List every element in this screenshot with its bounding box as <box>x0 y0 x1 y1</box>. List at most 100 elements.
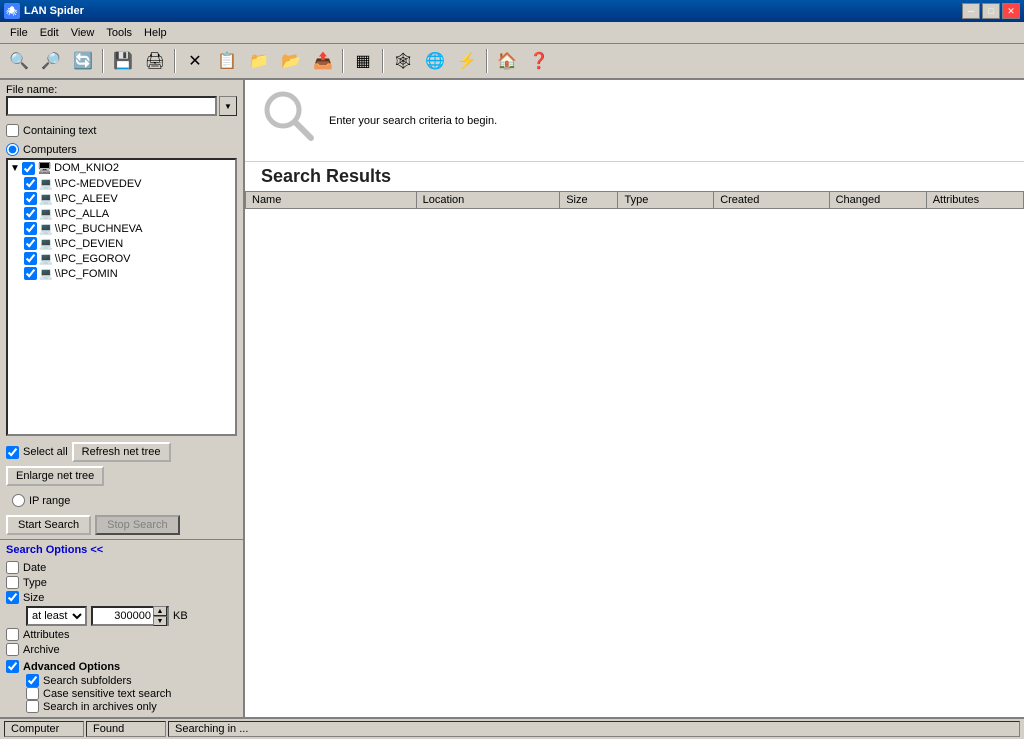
tree-check-3[interactable] <box>24 207 37 220</box>
tree-item-6[interactable]: 💻 \\PC_EGOROV <box>8 251 235 266</box>
search-subfolders-label[interactable]: Search subfolders <box>26 674 132 687</box>
tree-check-5[interactable] <box>24 237 37 250</box>
toolbar-help-btn[interactable]: ❓ <box>524 47 554 75</box>
tree-item-4[interactable]: 💻 \\PC_BUCHNEVA <box>8 221 235 236</box>
tree-item-1[interactable]: 💻 \\PC-MEDVEDEV <box>8 176 235 191</box>
search-subfolders-checkbox[interactable] <box>26 674 39 687</box>
containing-text-checkbox[interactable] <box>6 124 19 137</box>
col-header-size[interactable]: Size <box>560 192 618 209</box>
left-panel: File name: ▼ Containing text Computers <box>0 80 245 717</box>
toolbar-copy-btn[interactable]: 📋 <box>212 47 242 75</box>
menu-tools[interactable]: Tools <box>100 25 138 41</box>
titlebar-buttons: ─ □ ✕ <box>962 3 1020 19</box>
ip-range-label[interactable]: IP range <box>6 492 237 509</box>
tree-check-4[interactable] <box>24 222 37 235</box>
col-header-attributes[interactable]: Attributes <box>926 192 1023 209</box>
col-header-location[interactable]: Location <box>416 192 560 209</box>
tree-item-5[interactable]: 💻 \\PC_DEVIEN <box>8 236 235 251</box>
archive-checkbox[interactable] <box>6 643 19 656</box>
type-option-label[interactable]: Type <box>6 576 47 589</box>
size-up-button[interactable]: ▲ <box>153 606 167 616</box>
containing-text-label[interactable]: Containing text <box>6 124 237 137</box>
toolbar-print-btn[interactable]: 🖨 <box>140 47 170 75</box>
status-computer: Computer <box>4 721 84 737</box>
maximize-button[interactable]: □ <box>982 3 1000 19</box>
refresh-net-tree-button[interactable]: Refresh net tree <box>72 442 171 462</box>
menu-edit[interactable]: Edit <box>34 25 65 41</box>
menubar: File Edit View Tools Help <box>0 22 1024 44</box>
size-input-container: ▲ ▼ <box>91 606 169 626</box>
toolbar-stop-btn[interactable]: ✕ <box>180 47 210 75</box>
menu-help[interactable]: Help <box>138 25 173 41</box>
menu-view[interactable]: View <box>65 25 101 41</box>
tree-root[interactable]: ▼ 🖥 DOM_KNIO2 <box>8 160 235 176</box>
size-option-label[interactable]: Size <box>6 591 44 604</box>
col-header-name[interactable]: Name <box>246 192 417 209</box>
tree-item-3[interactable]: 💻 \\PC_ALLA <box>8 206 235 221</box>
tree-item-7[interactable]: 💻 \\PC_FOMIN <box>8 266 235 281</box>
archives-only-label[interactable]: Search in archives only <box>26 700 157 713</box>
file-name-section: File name: ▼ <box>0 80 243 120</box>
search-options-header[interactable]: Search Options << <box>6 544 237 556</box>
tree-item-2[interactable]: 💻 \\PC_ALEEV <box>8 191 235 206</box>
col-header-created[interactable]: Created <box>714 192 829 209</box>
date-checkbox[interactable] <box>6 561 19 574</box>
tree-root-check[interactable] <box>22 162 35 175</box>
size-controls-row: at least at most exactly ▲ ▼ KB <box>6 605 237 627</box>
toolbar-search-btn[interactable]: 🔍 <box>4 47 34 75</box>
toolbar-spider-btn[interactable]: 🕸 <box>388 47 418 75</box>
type-checkbox[interactable] <box>6 576 19 589</box>
file-name-input[interactable] <box>6 96 217 116</box>
stop-search-button: Stop Search <box>95 515 180 535</box>
main-layout: File name: ▼ Containing text Computers <box>0 80 1024 717</box>
start-search-button[interactable]: Start Search <box>6 515 91 535</box>
file-name-dropdown[interactable]: ▼ <box>219 96 237 116</box>
select-all-label[interactable]: Select all <box>6 446 68 459</box>
results-table-container[interactable]: Name Location Size Type Created Changed … <box>245 191 1024 717</box>
tree-check-6[interactable] <box>24 252 37 265</box>
size-operator-select[interactable]: at least at most exactly <box>26 606 87 626</box>
attributes-option-label[interactable]: Attributes <box>6 628 69 641</box>
ip-range-section: IP range <box>0 490 243 511</box>
toolbar-home-btn[interactable]: 🏠 <box>492 47 522 75</box>
toolbar: 🔍 🔎 🔄 💾 🖨 ✕ 📋 📁 📂 📤 ▦ 🕸 🌐 ⚡ 🏠 ❓ <box>0 44 1024 80</box>
col-header-changed[interactable]: Changed <box>829 192 926 209</box>
toolbar-refresh-btn[interactable]: 🔄 <box>68 47 98 75</box>
size-down-button[interactable]: ▼ <box>153 616 167 626</box>
attributes-checkbox[interactable] <box>6 628 19 641</box>
toolbar-folder-btn[interactable]: 📁 <box>244 47 274 75</box>
ip-range-radio[interactable] <box>12 494 25 507</box>
advanced-checkbox[interactable] <box>6 660 19 673</box>
tree-check-2[interactable] <box>24 192 37 205</box>
select-all-checkbox[interactable] <box>6 446 19 459</box>
close-button[interactable]: ✕ <box>1002 3 1020 19</box>
archives-only-checkbox[interactable] <box>26 700 39 713</box>
enlarge-net-tree-button[interactable]: Enlarge net tree <box>6 466 104 486</box>
tree-check-1[interactable] <box>24 177 37 190</box>
computers-radio-label[interactable]: Computers <box>6 143 77 156</box>
magnifier-icon <box>261 88 317 153</box>
menu-file[interactable]: File <box>4 25 34 41</box>
archive-option-label[interactable]: Archive <box>6 643 60 656</box>
case-sensitive-label[interactable]: Case sensitive text search <box>26 687 171 700</box>
toolbar-action-btn[interactable]: ⚡ <box>452 47 482 75</box>
col-header-type[interactable]: Type <box>618 192 714 209</box>
toolbar-grid-btn[interactable]: ▦ <box>348 47 378 75</box>
results-table: Name Location Size Type Created Changed … <box>245 191 1024 209</box>
case-sensitive-checkbox[interactable] <box>26 687 39 700</box>
size-value-input[interactable] <box>93 610 153 622</box>
file-name-row: ▼ <box>6 96 237 116</box>
toolbar-net-btn[interactable]: 🌐 <box>420 47 450 75</box>
advanced-option-label[interactable]: Advanced Options <box>6 660 120 673</box>
attributes-option-row: Attributes <box>6 627 237 642</box>
toolbar-open-btn[interactable]: 📂 <box>276 47 306 75</box>
tree-container[interactable]: ▼ 🖥 DOM_KNIO2 💻 \\PC-MEDVEDEV 💻 <box>6 158 237 436</box>
toolbar-save-btn[interactable]: 💾 <box>108 47 138 75</box>
date-option-label[interactable]: Date <box>6 561 46 574</box>
tree-check-7[interactable] <box>24 267 37 280</box>
toolbar-find-btn[interactable]: 🔎 <box>36 47 66 75</box>
toolbar-export-btn[interactable]: 📤 <box>308 47 338 75</box>
computers-radio[interactable] <box>6 143 19 156</box>
minimize-button[interactable]: ─ <box>962 3 980 19</box>
size-checkbox[interactable] <box>6 591 19 604</box>
